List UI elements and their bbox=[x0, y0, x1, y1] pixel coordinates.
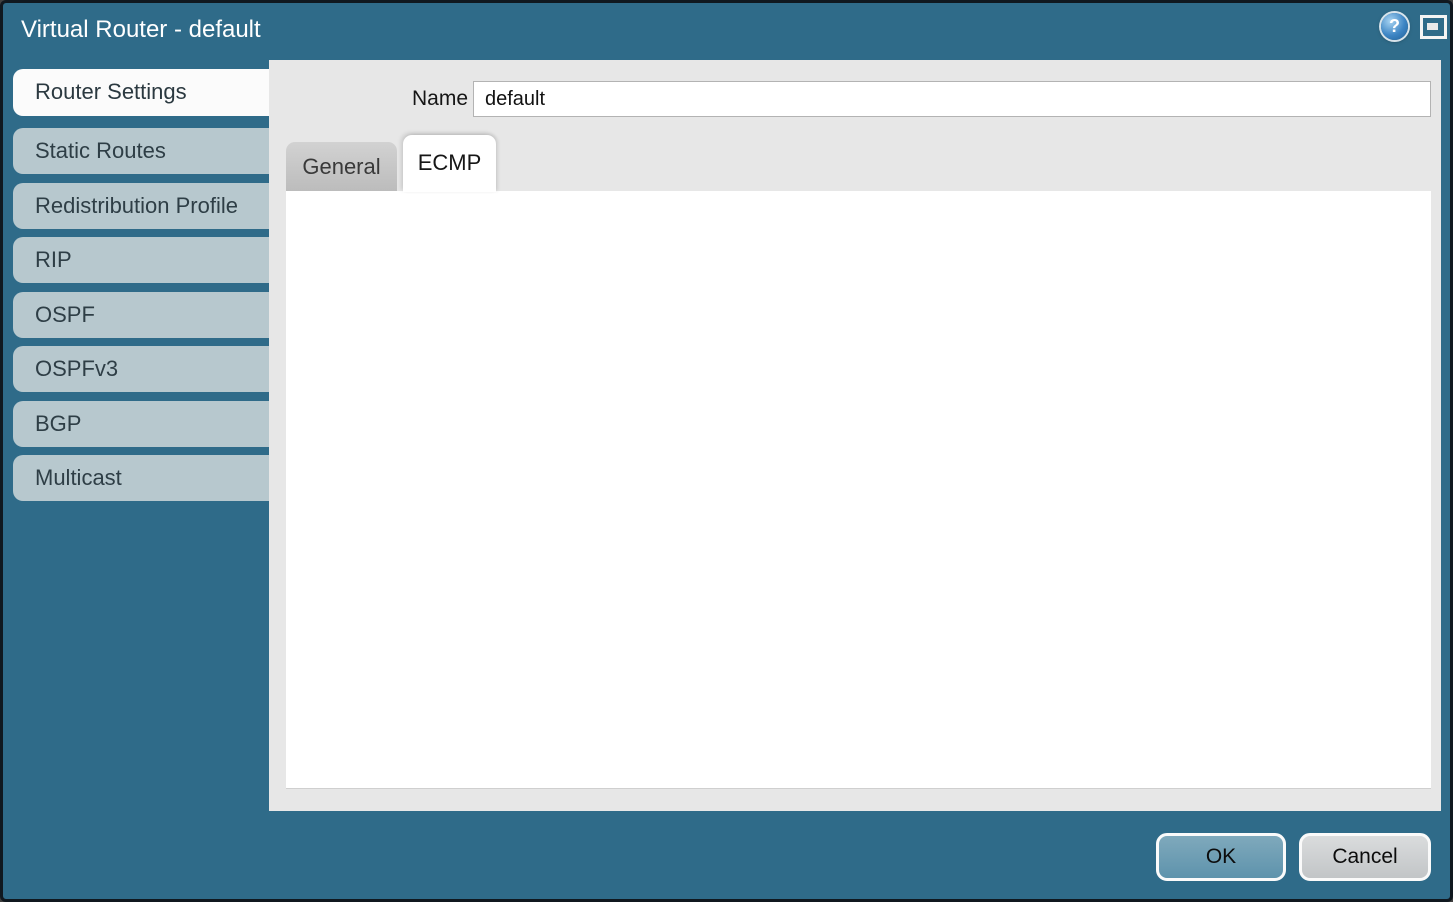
sidebar-item-rip[interactable]: RIP bbox=[13, 237, 269, 283]
help-icon[interactable]: ? bbox=[1381, 13, 1408, 40]
sidebar-item-ospfv3[interactable]: OSPFv3 bbox=[13, 346, 269, 392]
cancel-button[interactable]: Cancel bbox=[1299, 833, 1431, 881]
restore-window-icon-inner bbox=[1427, 23, 1438, 30]
sidebar-item-multicast[interactable]: Multicast bbox=[13, 455, 269, 501]
restore-window-icon[interactable] bbox=[1420, 15, 1447, 39]
sidebar-item-ospf[interactable]: OSPF bbox=[13, 292, 269, 338]
name-label: Name bbox=[412, 81, 464, 117]
sidebar-item-redistribution-profile[interactable]: Redistribution Profile bbox=[13, 183, 269, 229]
dialog-title: Virtual Router - default bbox=[21, 16, 261, 44]
tab-ecmp[interactable]: ECMP bbox=[403, 135, 496, 192]
ecmp-tab-content bbox=[286, 191, 1431, 789]
sidebar-item-bgp[interactable]: BGP bbox=[13, 401, 269, 447]
sidebar-item-static-routes[interactable]: Static Routes bbox=[13, 128, 269, 174]
name-input[interactable] bbox=[473, 81, 1431, 117]
ok-button[interactable]: OK bbox=[1156, 833, 1286, 881]
sidebar-item-router-settings[interactable]: Router Settings bbox=[13, 69, 269, 116]
tab-general[interactable]: General bbox=[286, 142, 397, 191]
virtual-router-dialog: Virtual Router - default ? Router Settin… bbox=[0, 0, 1453, 902]
